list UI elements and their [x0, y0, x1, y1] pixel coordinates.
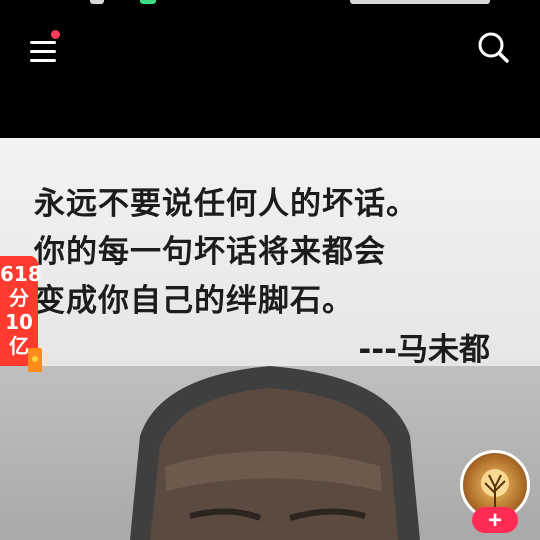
red-envelope-icon[interactable] [28, 348, 42, 372]
menu-bar [30, 41, 56, 44]
promo-line: 618 [0, 262, 42, 286]
promo-close-icon[interactable]: × [28, 224, 45, 248]
menu-button[interactable] [28, 30, 62, 66]
status-icons-right [350, 0, 490, 4]
menu-bar [30, 50, 56, 53]
battery-saver-icon [140, 0, 156, 4]
top-bar [0, 10, 540, 138]
video-post[interactable]: 永远不要说任何人的坏话。 你的每一句坏话将来都会 变成你自己的绊脚石。 ---马… [0, 138, 540, 540]
follow-button[interactable]: + [472, 507, 518, 533]
status-bar [0, 0, 540, 10]
quote-line-1: 永远不要说任何人的坏话。 [34, 186, 418, 222]
status-icon [90, 0, 104, 4]
quote-line-3: 变成你自己的绊脚石。 [34, 283, 354, 319]
notification-dot [51, 30, 60, 39]
quote-line-2: 你的每一句坏话将来都会 [34, 234, 386, 270]
menu-bar [30, 59, 56, 62]
promo-line: 分 [9, 286, 29, 310]
search-button[interactable] [474, 28, 514, 68]
promo-line: 10 [5, 310, 33, 334]
man-portrait-image [130, 366, 420, 540]
search-icon [478, 32, 509, 63]
quote-author: ---马未都 [358, 332, 490, 368]
portrait-photo [0, 366, 540, 540]
quote-card: 永远不要说任何人的坏话。 你的每一句坏话将来都会 变成你自己的绊脚石。 ---马… [0, 138, 540, 368]
